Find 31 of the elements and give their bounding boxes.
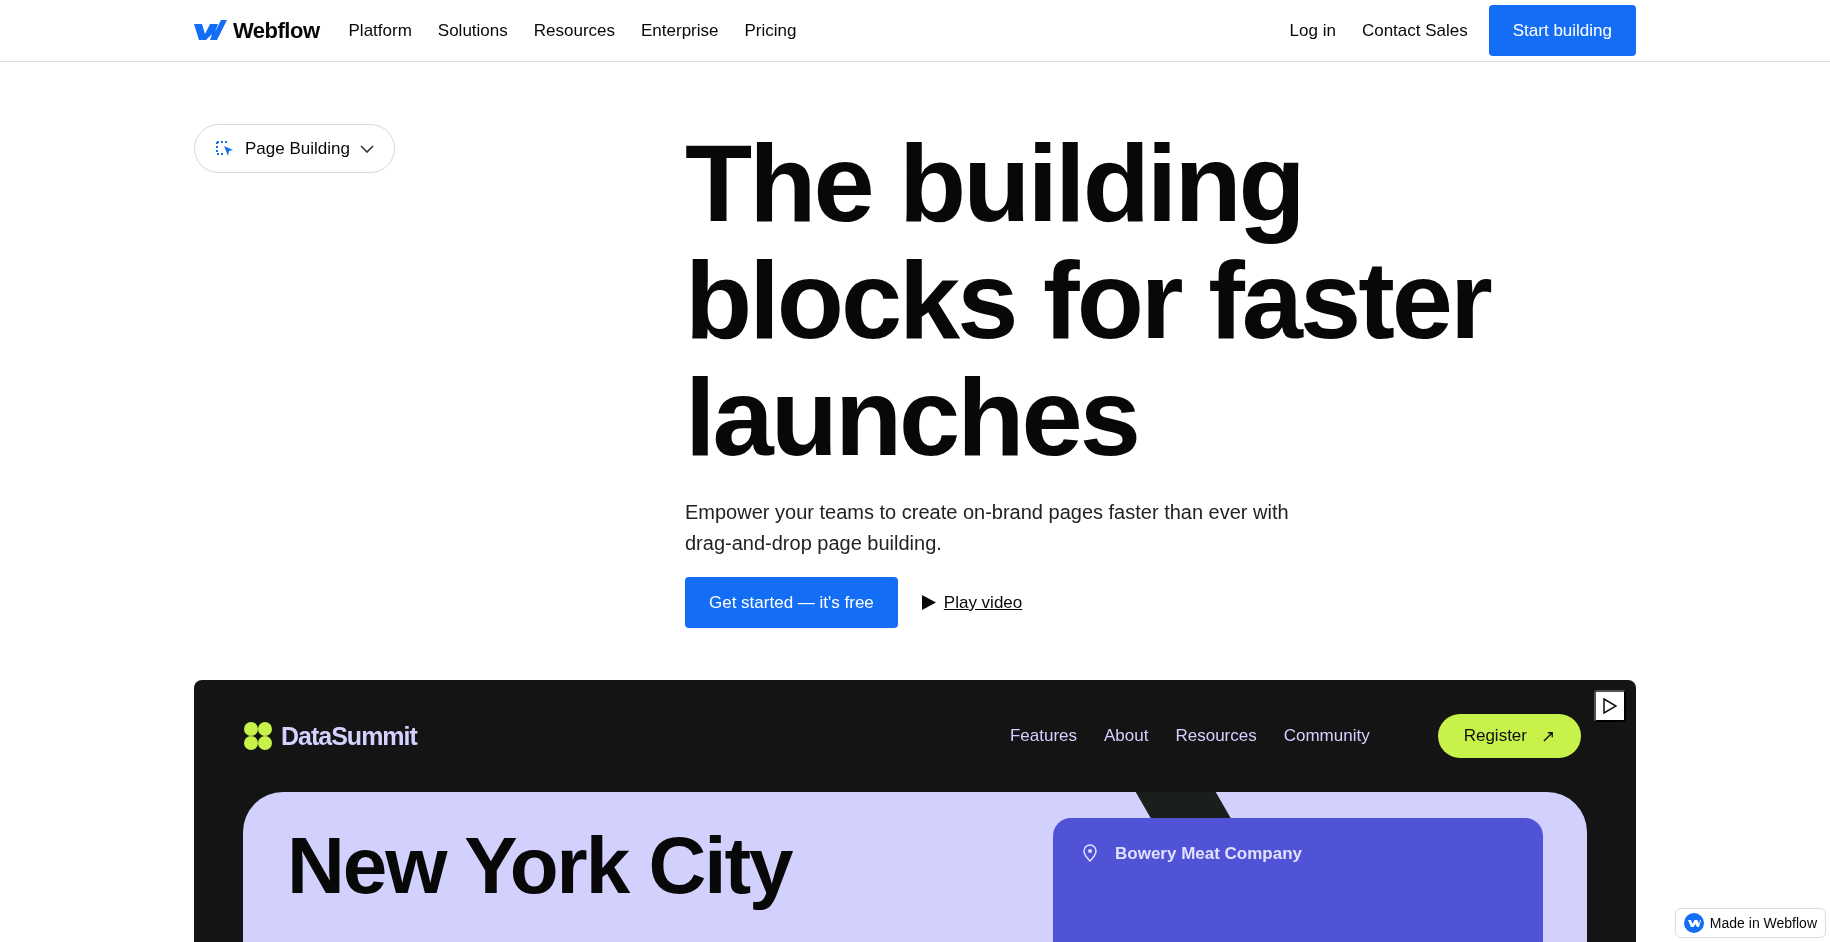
hero-heading: The building blocks for faster launches [685, 124, 1492, 475]
play-video-link[interactable]: Play video [943, 592, 1023, 613]
nav-link[interactable]: Platform [335, 20, 425, 41]
register-button[interactable]: Register ↗ [1437, 714, 1581, 758]
city-heading: New York City [287, 826, 792, 912]
clover-logo-icon [243, 721, 273, 751]
get-started-button[interactable]: Get started — it's free [685, 577, 898, 628]
demo-nav-link[interactable]: Features [1009, 726, 1077, 746]
venue-name: Bowery Meat Company [1115, 844, 1303, 865]
demo-nav-link[interactable]: Resources [1175, 726, 1257, 746]
start-building-button[interactable]: Start building [1488, 5, 1636, 56]
webflow-logo-icon[interactable] [194, 19, 227, 42]
hero-subtitle: Empower your teams to create on-brand pages faster than ever with drag-and-drop page building. [685, 500, 1290, 556]
contact-sales-link[interactable]: Contact Sales [1348, 20, 1481, 41]
webflow-badge-icon [1683, 913, 1704, 933]
nav-link[interactable]: Pricing [731, 20, 810, 41]
demo-brand-name[interactable]: DataSummit [281, 721, 417, 751]
nav-link[interactable]: Enterprise [628, 20, 732, 41]
brand-name[interactable]: Webflow [233, 17, 320, 44]
demo-nav-link[interactable]: Community [1283, 726, 1370, 746]
chevron-down-icon [359, 144, 374, 153]
category-dropdown[interactable]: Page Building [194, 124, 395, 173]
demo-nav-link[interactable]: About [1104, 726, 1149, 746]
login-link[interactable]: Log in [1276, 20, 1349, 41]
video-play-button[interactable] [1594, 690, 1626, 722]
nav-link[interactable]: Resources [520, 20, 629, 41]
play-icon[interactable] [921, 595, 936, 610]
location-pin-icon [1083, 844, 1097, 862]
play-outline-icon [1603, 698, 1617, 714]
nav-link[interactable]: Solutions [424, 20, 521, 41]
made-in-webflow-badge[interactable]: Made in Webflow [1674, 908, 1826, 938]
